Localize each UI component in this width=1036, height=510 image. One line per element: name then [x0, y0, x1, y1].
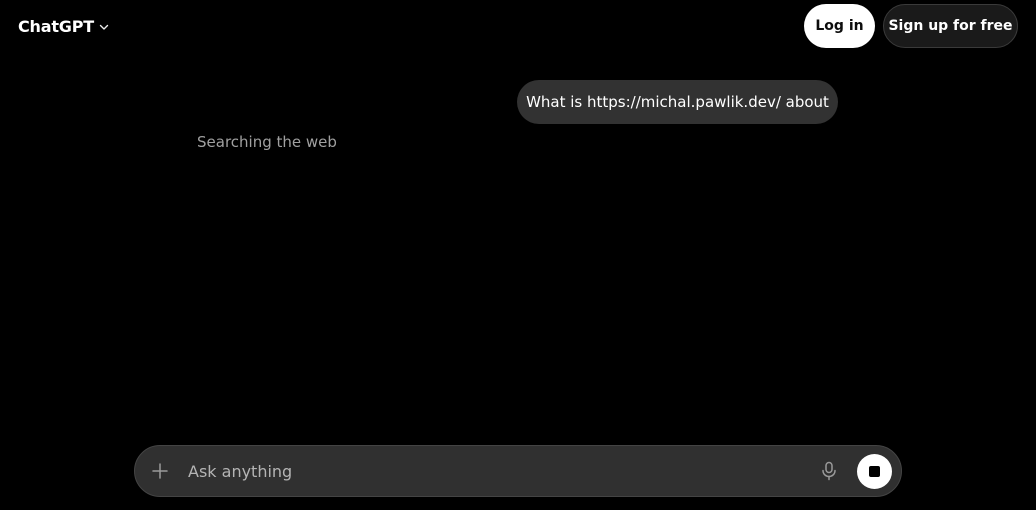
model-switcher[interactable]: ChatGPT: [18, 14, 110, 38]
microphone-icon[interactable]: [819, 461, 839, 481]
user-message-bubble: What is https://michal.pawlik.dev/ about: [517, 80, 838, 124]
user-message-text: What is https://michal.pawlik.dev/ about: [526, 93, 829, 111]
chevron-down-icon: [98, 21, 110, 33]
prompt-input[interactable]: [188, 458, 788, 484]
login-button[interactable]: Log in: [804, 4, 875, 48]
model-name: ChatGPT: [18, 16, 94, 36]
signup-button[interactable]: Sign up for free: [883, 4, 1018, 48]
chat-page: ChatGPT Log in Sign up for free What is …: [0, 0, 1036, 510]
assistant-status-text: Searching the web: [197, 133, 337, 151]
stop-button[interactable]: [857, 454, 892, 489]
stop-icon: [869, 466, 880, 477]
prompt-composer: [134, 445, 902, 497]
plus-icon[interactable]: [149, 460, 171, 482]
